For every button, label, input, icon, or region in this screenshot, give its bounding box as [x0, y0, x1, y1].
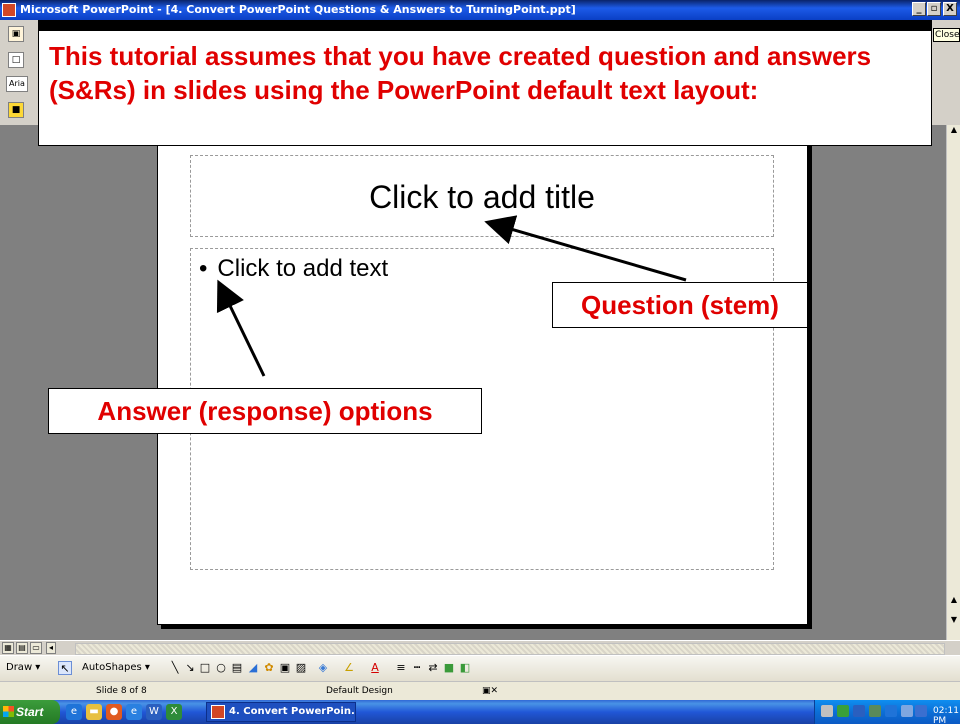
- slide-show-view-icon[interactable]: ▭: [30, 642, 42, 654]
- spelling-status-icon: ▣✕: [482, 686, 499, 696]
- tray-icon-5[interactable]: [885, 705, 897, 717]
- tray-icon-2[interactable]: [837, 705, 849, 717]
- clock: 02:11 PM: [933, 706, 959, 724]
- horizontal-scrollbar[interactable]: [75, 643, 945, 655]
- wordart-icon[interactable]: ◢: [246, 661, 260, 675]
- windows-taskbar: Start e ▬ ● e W X 4. Convert PowerPoin..…: [0, 700, 960, 724]
- autoshapes-menu-button[interactable]: AutoShapes ▾: [82, 662, 150, 673]
- powerpoint-task-icon: [211, 705, 225, 719]
- design-name: Default Design: [326, 686, 393, 696]
- textbox-icon[interactable]: ▤: [230, 661, 244, 675]
- minimize-button[interactable]: _: [912, 2, 926, 16]
- draw-menu-button[interactable]: Draw ▾: [6, 662, 40, 673]
- diagram-icon[interactable]: ✿: [262, 661, 276, 675]
- tray-icon-1[interactable]: [821, 705, 833, 717]
- window-title: Microsoft PowerPoint - [4. Convert Power…: [20, 3, 576, 16]
- close-button[interactable]: X: [943, 2, 957, 16]
- fill-color-icon[interactable]: ◈: [316, 661, 330, 675]
- line-style-icon[interactable]: ≡: [394, 661, 408, 675]
- slide-counter: Slide 8 of 8: [96, 686, 147, 696]
- dash-style-icon[interactable]: ┅: [410, 661, 424, 675]
- shadow-style-icon[interactable]: ■: [442, 661, 456, 675]
- restore-button[interactable]: ▫: [927, 2, 941, 16]
- word-icon[interactable]: W: [146, 704, 162, 720]
- normal-view-icon[interactable]: ▦: [2, 642, 14, 654]
- window-title-bar[interactable]: Microsoft PowerPoint - [4. Convert Power…: [0, 0, 960, 20]
- task-label: 4. Convert PowerPoin...: [229, 706, 356, 717]
- draw-menu-label: Draw: [6, 662, 33, 673]
- toolbar-strip-left: ▣ □ Aria ■: [0, 20, 38, 125]
- scroll-up-icon[interactable]: ▲: [949, 125, 959, 135]
- line-color-icon[interactable]: ∠: [342, 661, 356, 675]
- vertical-scrollbar[interactable]: ▲ ▲ ▼: [946, 125, 960, 655]
- scroll-left-icon[interactable]: ◂: [46, 642, 56, 654]
- 3d-style-icon[interactable]: ◧: [458, 661, 472, 675]
- powerpoint-task-button[interactable]: 4. Convert PowerPoin...: [206, 702, 356, 722]
- excel-icon[interactable]: X: [166, 704, 182, 720]
- font-name-box[interactable]: Aria: [6, 76, 28, 92]
- bullet-glyph: •: [199, 255, 208, 282]
- volume-icon[interactable]: [901, 705, 913, 717]
- start-label: Start: [16, 705, 44, 719]
- next-slide-icon[interactable]: ▼: [949, 615, 959, 625]
- network-icon[interactable]: [869, 705, 881, 717]
- clipart-icon[interactable]: ▣: [278, 661, 292, 675]
- start-button[interactable]: Start: [0, 700, 60, 724]
- answer-callout: Answer (response) options: [48, 388, 482, 434]
- drawing-toolbar: Draw ▾ ↖ AutoShapes ▾ ╲ ↘ □ ○ ▤ ◢ ✿ ▣ ▨ …: [0, 655, 960, 681]
- arrow-style-icon[interactable]: ⇄: [426, 661, 440, 675]
- shield-icon[interactable]: [853, 705, 865, 717]
- prev-slide-icon[interactable]: ▲: [949, 595, 959, 605]
- rectangle-icon[interactable]: □: [198, 661, 212, 675]
- status-bar: Slide 8 of 8 Default Design ▣✕: [0, 681, 960, 700]
- view-buttons-bar: ▦ ▤ ▭ ◂: [0, 640, 960, 655]
- autoshapes-label: AutoShapes: [82, 662, 142, 673]
- title-placeholder[interactable]: Click to add title: [190, 155, 774, 237]
- close-tooltip: Close: [933, 28, 960, 42]
- oval-icon[interactable]: ○: [214, 661, 228, 675]
- arrow-cursor-icon[interactable]: ↖: [58, 661, 72, 675]
- arrow-icon[interactable]: ↘: [183, 661, 197, 675]
- question-callout: Question (stem): [552, 282, 808, 328]
- system-tray: 02:11 PM: [814, 700, 960, 724]
- powerpoint-app-icon[interactable]: [2, 3, 16, 17]
- firefox-icon[interactable]: ●: [106, 704, 122, 720]
- body-placeholder-text: Click to add text: [217, 255, 389, 282]
- browser-icon[interactable]: e: [126, 704, 142, 720]
- windows-flag-icon: [3, 706, 14, 717]
- powerpoint-doc-icon[interactable]: ▣: [8, 26, 24, 42]
- line-icon[interactable]: ╲: [168, 661, 182, 675]
- picture-icon[interactable]: ▨: [294, 661, 308, 675]
- color-scheme-icon[interactable]: ■: [8, 102, 24, 118]
- font-color-icon[interactable]: A: [368, 661, 382, 675]
- slide-sorter-view-icon[interactable]: ▤: [16, 642, 28, 654]
- ie-icon[interactable]: e: [66, 704, 82, 720]
- new-doc-icon[interactable]: □: [8, 52, 24, 68]
- folder-icon[interactable]: ▬: [86, 704, 102, 720]
- tray-icon-7[interactable]: [915, 705, 927, 717]
- slide-canvas[interactable]: Click to add title • Click to add text: [157, 125, 808, 625]
- intro-callout: This tutorial assumes that you have crea…: [38, 30, 932, 146]
